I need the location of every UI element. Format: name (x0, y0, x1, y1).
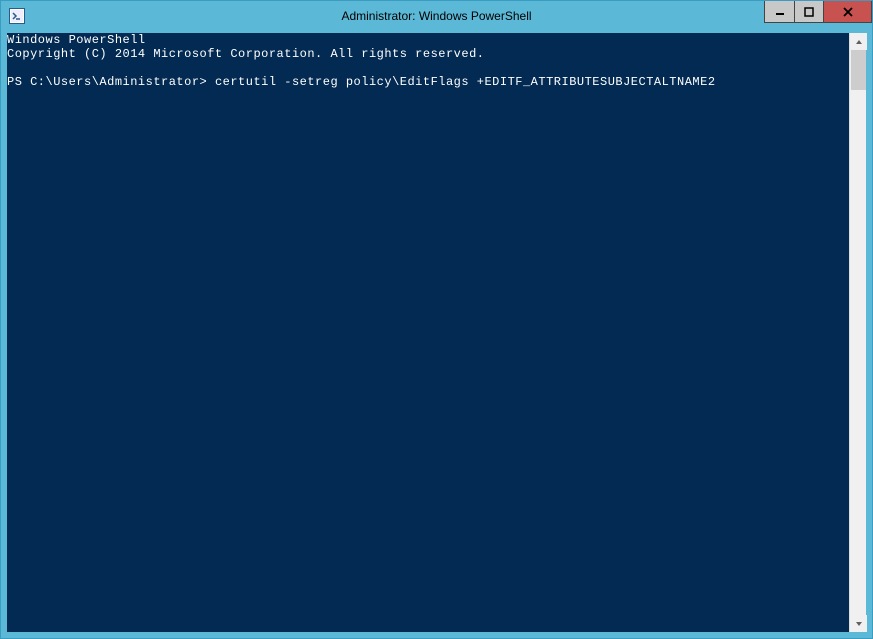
close-button[interactable] (824, 1, 872, 23)
titlebar[interactable]: Administrator: Windows PowerShell (1, 1, 872, 31)
console-prompt-line: PS C:\Users\Administrator> certutil -set… (7, 75, 849, 89)
window-title: Administrator: Windows PowerShell (341, 9, 531, 23)
scroll-up-button[interactable] (850, 33, 867, 50)
powershell-icon (9, 8, 25, 24)
console-output[interactable]: Windows PowerShellCopyright (C) 2014 Mic… (7, 33, 849, 632)
client-area: Windows PowerShellCopyright (C) 2014 Mic… (1, 31, 872, 638)
scroll-down-button[interactable] (850, 615, 867, 632)
console-line-header2: Copyright (C) 2014 Microsoft Corporation… (7, 47, 849, 61)
console-wrapper: Windows PowerShellCopyright (C) 2014 Mic… (7, 33, 866, 632)
minimize-button[interactable] (764, 1, 794, 23)
maximize-button[interactable] (794, 1, 824, 23)
powershell-window: Administrator: Windows PowerShell (0, 0, 873, 639)
console-line-header1: Windows PowerShell (7, 33, 849, 47)
window-controls (764, 1, 872, 23)
console-command: certutil -setreg policy\EditFlags +EDITF… (215, 75, 716, 89)
scroll-thumb[interactable] (851, 50, 866, 90)
console-prompt: PS C:\Users\Administrator> (7, 75, 207, 89)
vertical-scrollbar[interactable] (849, 33, 866, 632)
